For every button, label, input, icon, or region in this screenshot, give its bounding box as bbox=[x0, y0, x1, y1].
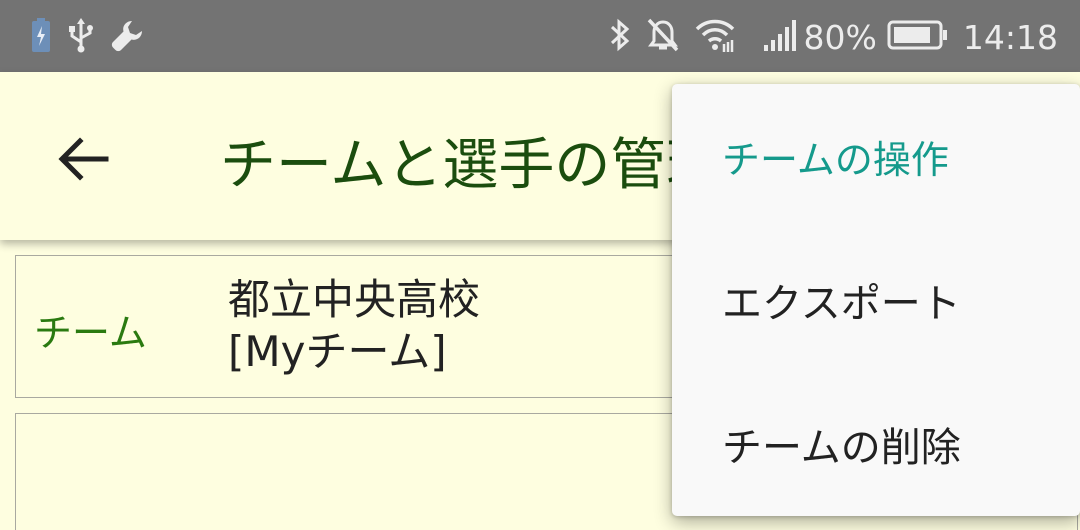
usb-icon bbox=[68, 16, 94, 58]
page-title: チームと選手の管理 bbox=[220, 133, 723, 198]
battery-saver-icon bbox=[30, 17, 52, 57]
screen: 80% 14:18 チームと選手の管理 チーム 都立中央高校 [Myチーム] チ… bbox=[0, 0, 1080, 530]
menu-item-export[interactable]: エクスポート bbox=[672, 228, 1080, 372]
battery-icon bbox=[887, 20, 949, 54]
team-label: チーム bbox=[34, 311, 147, 355]
menu-item-delete-team[interactable]: チームの削除 bbox=[672, 372, 1080, 516]
team-name-line2: [Myチーム] bbox=[228, 327, 447, 376]
team-actions-menu: チームの操作 エクスポート チームの削除 bbox=[672, 84, 1080, 516]
battery-percent: 80% bbox=[803, 17, 877, 57]
team-name: 都立中央高校 [Myチーム] bbox=[228, 274, 480, 378]
wrench-icon bbox=[110, 17, 146, 57]
mute-icon bbox=[646, 17, 680, 57]
menu-header-team-actions: チームの操作 bbox=[722, 137, 949, 182]
status-bar: 80% 14:18 bbox=[0, 0, 1080, 72]
arrow-left-icon bbox=[58, 137, 110, 185]
team-name-line1: 都立中央高校 bbox=[228, 275, 481, 324]
signal-icon bbox=[762, 18, 798, 56]
back-button[interactable] bbox=[44, 126, 124, 196]
status-bar-right: 80% 14:18 bbox=[608, 14, 1058, 60]
wifi-icon bbox=[694, 17, 736, 57]
clock: 14:18 bbox=[962, 17, 1058, 57]
bluetooth-icon bbox=[608, 17, 632, 57]
status-bar-left bbox=[30, 14, 146, 60]
